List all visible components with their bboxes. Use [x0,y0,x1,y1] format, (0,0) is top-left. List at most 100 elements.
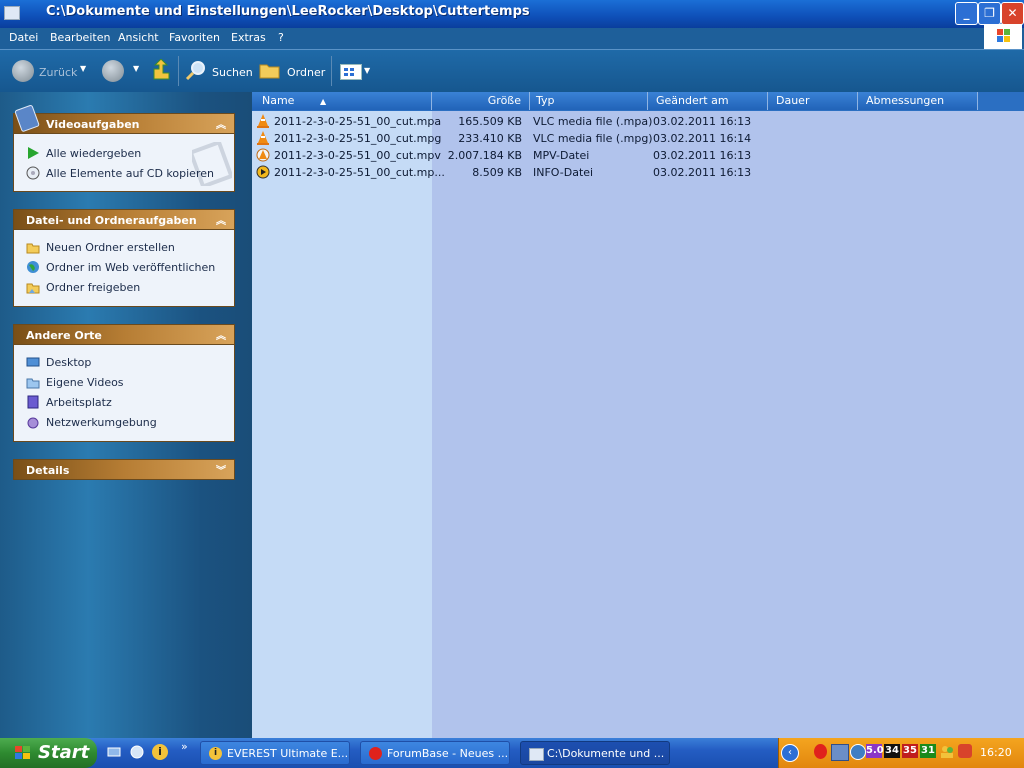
quicklaunch-desktop-icon[interactable] [106,744,122,760]
forward-dropdown-icon[interactable]: ▼ [133,64,139,73]
start-label: Start [38,742,90,763]
column-header-size[interactable]: Größe [432,92,530,110]
panel-header-video[interactable]: Videoaufgaben ︽ [13,113,235,134]
folder-window-icon [529,748,544,761]
quicklaunch-browser-icon[interactable] [129,744,145,760]
tray-expand-icon[interactable]: ‹ [781,744,799,762]
panel-header-details[interactable]: Details ︾ [13,459,235,480]
publish-web-link[interactable]: Ordner im Web veröffentlichen [26,260,215,276]
vlc-cone-icon [256,131,270,145]
minimize-button[interactable]: _ [955,2,978,25]
opera-tray-icon[interactable] [814,744,827,759]
taskbar-button-forumbase[interactable]: ForumBase - Neues ... [360,741,510,765]
column-header-type[interactable]: Typ [530,92,648,110]
panel-header-other-places[interactable]: Andere Orte ︽ [13,324,235,345]
collapse-chevron-icon[interactable]: ︽ [216,212,226,227]
everest-icon: i [209,747,222,760]
start-button[interactable]: Start [0,738,97,768]
file-size: 165.509 KB [458,115,522,128]
menu-help[interactable]: ? [278,31,284,44]
window-title: C:\Dokumente und Einstellungen\LeeRocker… [46,4,530,19]
column-header-dimensions[interactable]: Abmessungen [858,92,978,110]
back-dropdown-icon[interactable]: ▼ [80,64,86,73]
panel-body-video: Alle wiedergeben Alle Elemente auf CD ko… [13,134,235,192]
file-modified: 03.02.2011 16:13 [653,166,752,179]
tray-value-temp-3[interactable]: 31 [920,744,936,758]
menu-favoriten[interactable]: Favoriten [169,31,220,44]
back-button[interactable]: Zurück [39,66,77,79]
name-column-highlight [252,110,432,738]
opera-icon [369,747,382,760]
panel-title-details: Details [26,464,70,477]
share-folder-link[interactable]: Ordner freigeben [26,280,140,296]
close-button[interactable]: ✕ [1001,2,1024,25]
film-reel-icon [14,103,42,133]
place-desktop[interactable]: Desktop [26,355,91,371]
file-type: INFO-Datei [533,166,594,179]
file-name[interactable]: 2011-2-3-0-25-51_00_cut.mpa [274,115,441,128]
folders-icon[interactable] [259,61,281,79]
globe-icon [27,261,39,273]
menu-bearbeiten[interactable]: Bearbeiten [50,31,110,44]
mpv-icon [256,148,270,162]
desktop-icon [26,357,40,367]
network-tray-icon[interactable] [831,744,849,761]
windows-logo-icon [984,24,1022,49]
panel-title-video: Videoaufgaben [46,118,140,131]
file-name[interactable]: 2011-2-3-0-25-51_00_cut.mpg [274,132,441,145]
place-my-videos[interactable]: Eigene Videos [26,375,124,391]
security-tray-icon[interactable] [958,744,972,758]
menu-datei[interactable]: Datei [9,31,38,44]
quicklaunch-more-icon[interactable]: » [181,740,188,753]
new-folder-link[interactable]: Neuen Ordner erstellen [26,240,175,256]
play-icon [28,147,39,159]
tray-value-temp-2[interactable]: 35 [902,744,918,758]
menu-bar: Datei Bearbeiten Ansicht Favoriten Extra… [0,28,1024,50]
play-all-link[interactable]: Alle wiedergeben [26,146,141,162]
expand-chevron-icon[interactable]: ︾ [216,462,226,477]
place-network[interactable]: Netzwerkumgebung [26,415,157,431]
views-dropdown-icon[interactable]: ▼ [364,66,370,75]
menu-extras[interactable]: Extras [231,31,266,44]
quicklaunch-everest-icon[interactable]: i [152,744,168,760]
file-size: 8.509 KB [472,166,522,179]
new-folder-icon [26,243,40,254]
videos-folder-icon [26,378,40,389]
file-type: VLC media file (.mpa) [533,115,653,128]
up-folder-icon[interactable] [151,58,171,81]
taskbar-button-explorer[interactable]: C:\Dokumente und ... [520,741,670,765]
column-header-duration[interactable]: Dauer [768,92,858,110]
view-grid-icon[interactable] [340,64,362,80]
file-modified: 03.02.2011 16:13 [653,149,752,162]
file-name[interactable]: 2011-2-3-0-25-51_00_cut.mpv [274,149,441,162]
sort-ascending-icon: ▲ [319,97,327,106]
panel-body-file-tasks: Neuen Ordner erstellen Ordner im Web ver… [13,230,235,307]
search-button[interactable]: Suchen [212,66,253,79]
file-size: 2.007.184 KB [447,149,522,162]
back-arrow-icon[interactable] [12,60,34,82]
menu-ansicht[interactable]: Ansicht [118,31,159,44]
file-modified: 03.02.2011 16:14 [653,132,752,145]
column-header-name[interactable]: Name ▲ [252,92,432,110]
tray-value-temp-1[interactable]: 34 [884,744,900,758]
forward-arrow-icon[interactable] [102,60,124,82]
collapse-chevron-icon[interactable]: ︽ [216,116,226,131]
taskbar-button-everest[interactable]: i EVEREST Ultimate E... [200,741,350,765]
place-my-computer[interactable]: Arbeitsplatz [26,395,112,411]
shared-folder-icon [26,283,40,294]
cd-icon [26,166,40,180]
column-header-modified[interactable]: Geändert am [648,92,768,110]
tray-value-cpu[interactable]: 5.0 [866,744,884,758]
file-size: 233.410 KB [458,132,522,145]
users-tray-icon[interactable] [939,744,955,759]
computer-icon [27,395,39,409]
maximize-button[interactable]: ❐ [978,2,1001,25]
file-name[interactable]: 2011-2-3-0-25-51_00_cut.mp... [274,166,445,179]
clock[interactable]: 16:20 [980,746,1012,759]
folders-button[interactable]: Ordner [287,66,325,79]
panel-header-file-tasks[interactable]: Datei- und Ordneraufgaben ︽ [13,209,235,230]
collapse-chevron-icon[interactable]: ︽ [216,327,226,342]
copy-to-cd-link[interactable]: Alle Elemente auf CD kopieren [26,166,214,182]
update-tray-icon[interactable] [850,744,866,760]
search-icon[interactable] [185,59,207,81]
